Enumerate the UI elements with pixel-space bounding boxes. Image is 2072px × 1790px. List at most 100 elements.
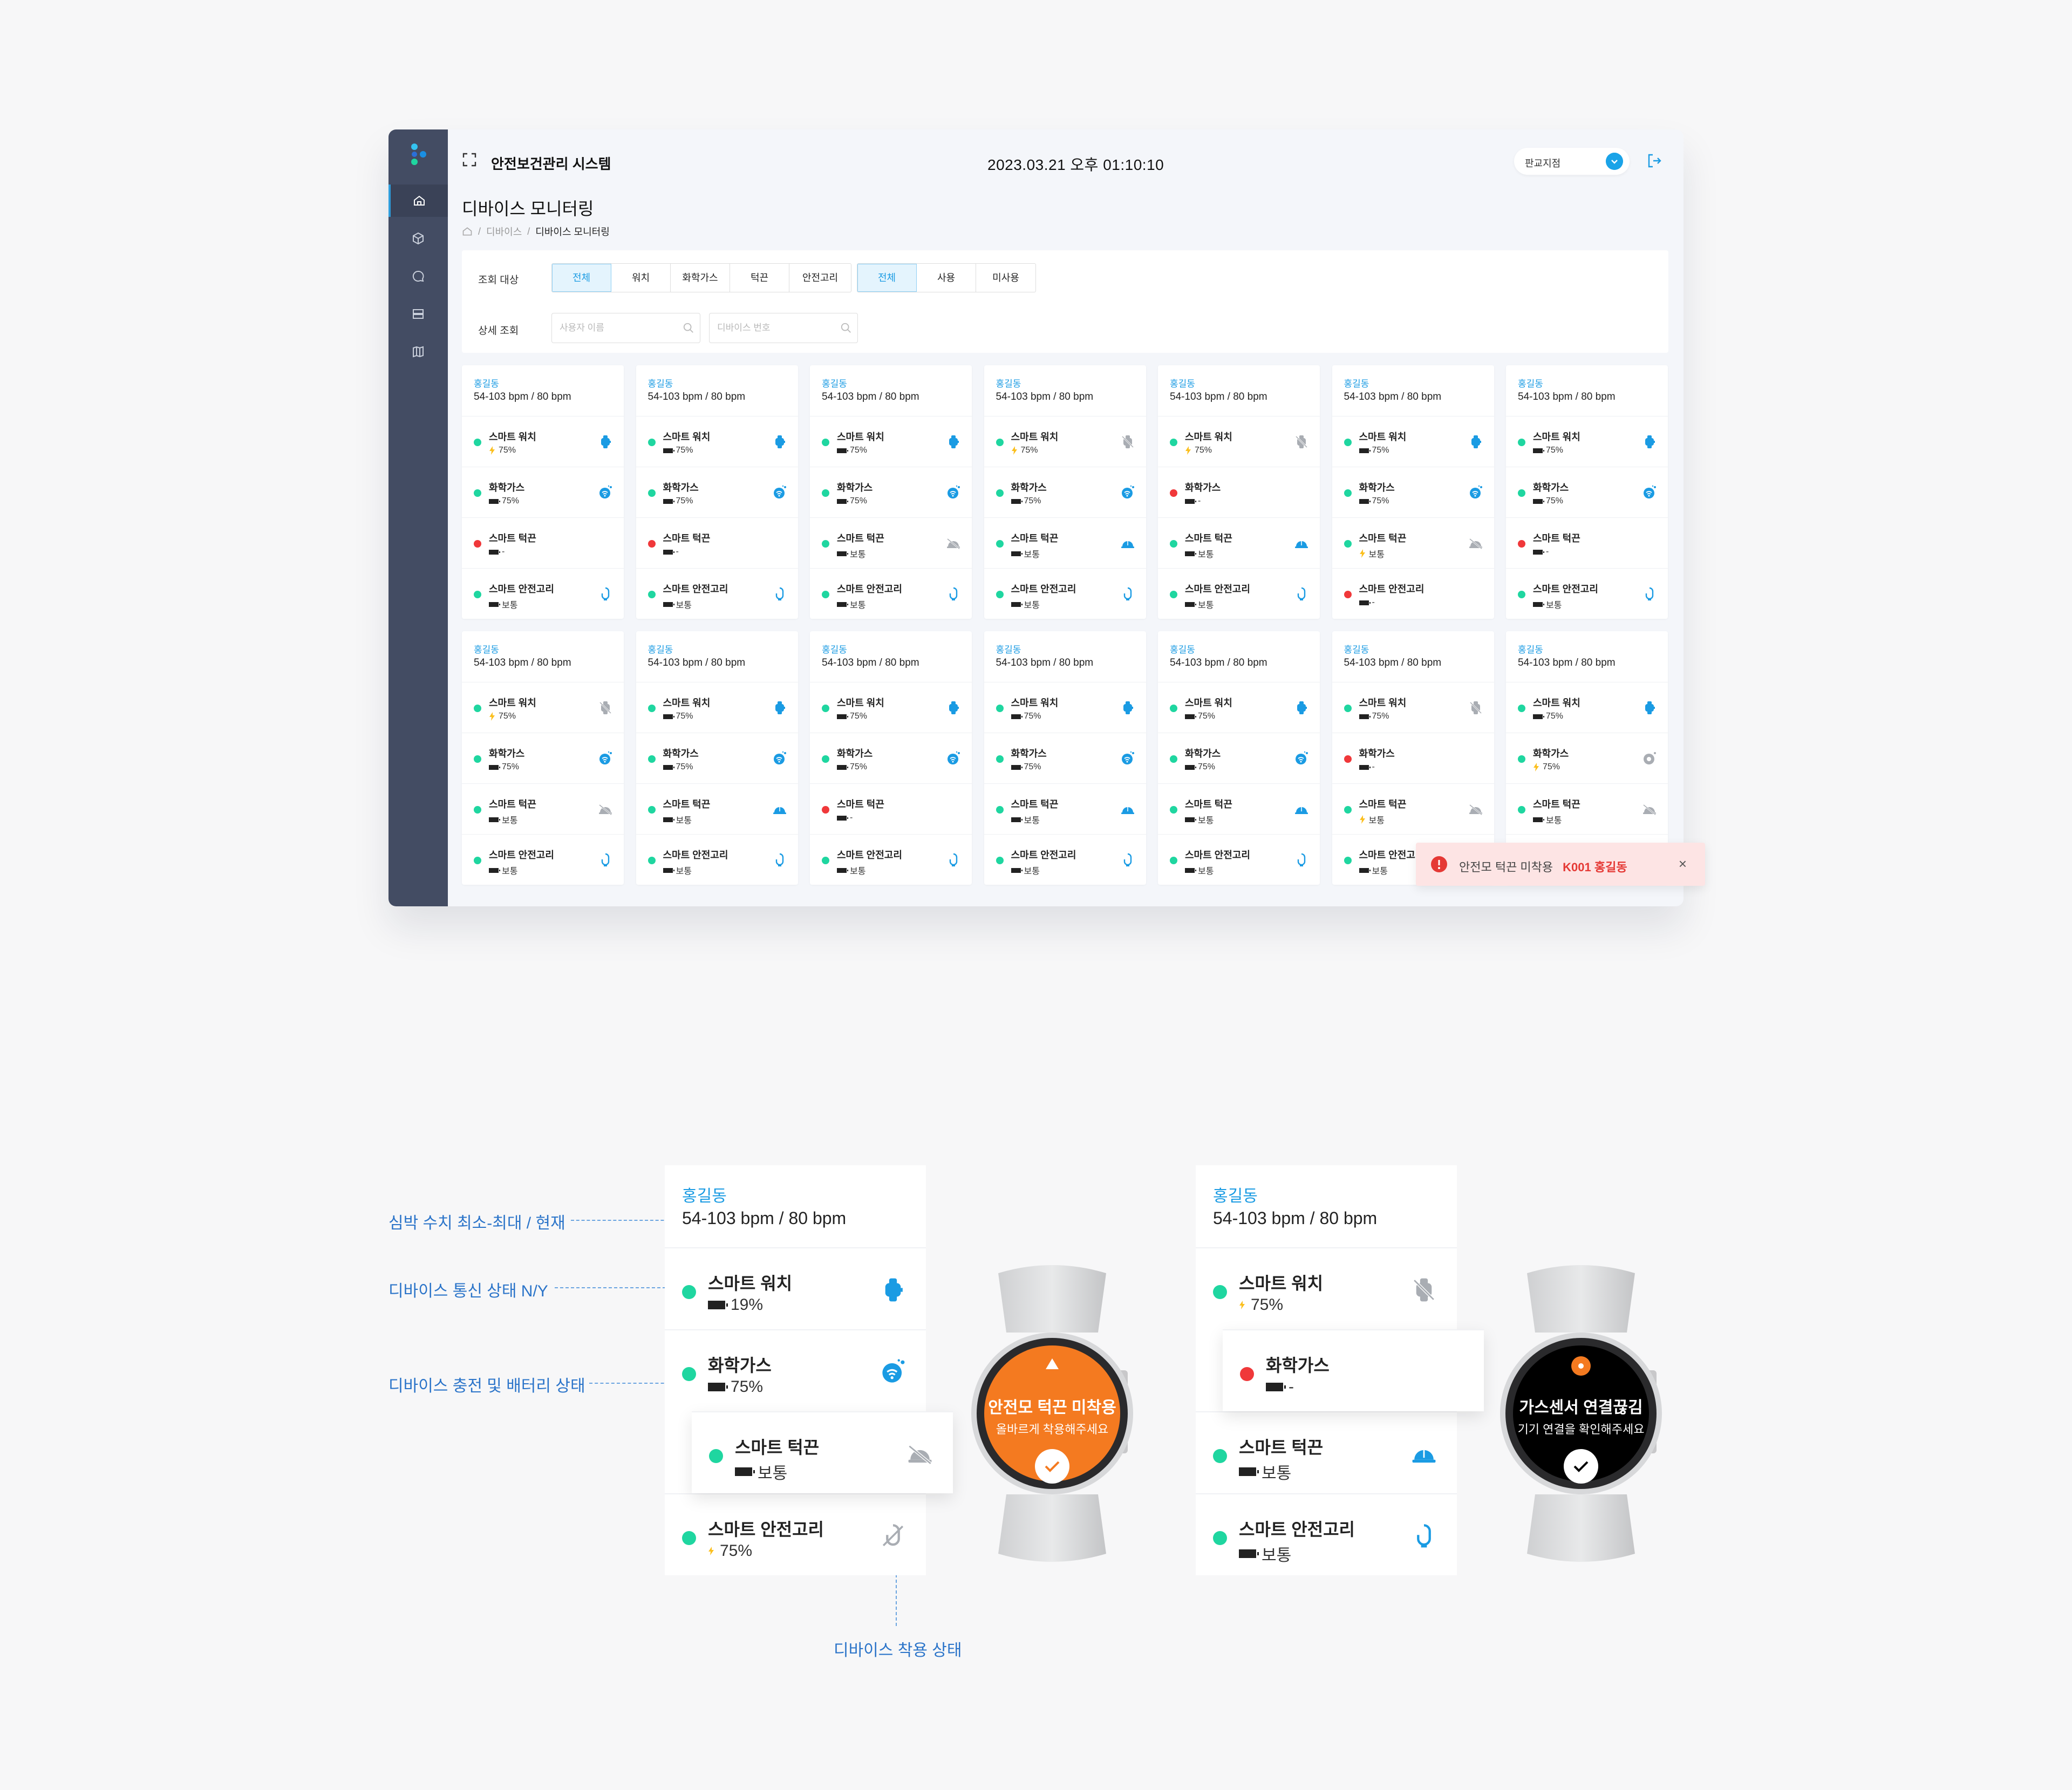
battery-icon: [1011, 602, 1023, 607]
device-row: 화학가스 75%: [984, 733, 1146, 783]
hook-icon: [772, 852, 787, 867]
connection-status-dot: [474, 806, 481, 814]
device-card[interactable]: 홍길동 54-103 bpm / 80 bpm 스마트 워치 75% 화학가스 …: [810, 631, 972, 885]
device-row: 스마트 턱끈 -: [1506, 517, 1668, 568]
tab-all-devices[interactable]: 전체: [552, 264, 611, 292]
tab-chinstrap[interactable]: 턱끈: [730, 264, 789, 292]
device-status-value: 75%: [1024, 712, 1041, 721]
cube-icon: [413, 232, 424, 245]
connection-status-dot: [1518, 755, 1525, 763]
device-status: 75%: [1359, 712, 1389, 721]
device-card[interactable]: 홍길동 54-103 bpm / 80 bpm 스마트 워치 75% 화학가스 …: [1158, 365, 1320, 619]
device-status: 보통: [1011, 864, 1040, 877]
device-card[interactable]: 홍길동 54-103 bpm / 80 bpm 스마트 워치 75% 화학가스 …: [636, 365, 798, 619]
device-status: -: [837, 813, 853, 823]
device-status-value: 75%: [676, 712, 693, 721]
nav-device[interactable]: [388, 222, 448, 255]
device-status: 75%: [1011, 446, 1038, 455]
device-card[interactable]: 홍길동 54-103 bpm / 80 bpm 스마트 워치 75% 화학가스 …: [636, 631, 798, 885]
device-status: 75%: [1533, 762, 1560, 772]
heart-rate: 54-103 bpm / 80 bpm: [996, 391, 1094, 402]
device-status-value: -: [1546, 547, 1549, 556]
device-row: 스마트 안전고리 보통: [984, 834, 1146, 885]
nav-message[interactable]: [388, 260, 448, 292]
device-name: 화학가스: [1359, 748, 1395, 759]
device-card[interactable]: 홍길동 54-103 bpm / 80 bpm 스마트 워치 75% 화학가스 …: [1506, 365, 1668, 619]
connection-status-dot: [474, 591, 481, 598]
tab-gas[interactable]: 화학가스: [671, 264, 730, 292]
device-status: 75%: [1011, 496, 1041, 506]
heart-rate: 54-103 bpm / 80 bpm: [682, 1208, 847, 1228]
nav-home[interactable]: [388, 185, 448, 217]
device-name: 화학가스: [1359, 482, 1395, 493]
device-card[interactable]: 홍길동 54-103 bpm / 80 bpm 스마트 워치 75% 화학가스 …: [462, 631, 624, 885]
device-status-value: 보통: [1262, 1465, 1292, 1482]
nav-storage[interactable]: [388, 298, 448, 330]
worker-name: 홍길동: [1518, 645, 1543, 655]
device-row: 스마트 안전고리 -: [1332, 568, 1494, 619]
device-row: 스마트 안전고리 보통: [1506, 568, 1668, 619]
tab-safety-hook[interactable]: 안전고리: [789, 264, 851, 292]
device-name: 스마트 안전고리: [708, 1520, 824, 1539]
connection-status-dot: [996, 806, 1004, 814]
home-icon[interactable]: [462, 226, 473, 237]
device-row: 화학가스 75%: [1158, 733, 1320, 783]
nav-map[interactable]: [388, 336, 448, 368]
tab-watch[interactable]: 워치: [611, 264, 671, 292]
device-name: 화학가스: [837, 482, 873, 493]
device-card[interactable]: 홍길동 54-103 bpm / 80 bpm 스마트 워치 75% 화학가스 …: [984, 631, 1146, 885]
watch-icon: [1294, 700, 1309, 715]
breadcrumb-item[interactable]: 디바이스: [486, 224, 522, 238]
heart-rate: 54-103 bpm / 80 bpm: [1344, 657, 1442, 668]
device-row: 스마트 턱끈 -: [636, 517, 798, 568]
device-status-value: 보통: [1368, 550, 1385, 559]
user-name-search[interactable]: 사용자 이름: [551, 313, 700, 343]
connection-status-dot: [1518, 540, 1525, 548]
device-row: 스마트 턱끈 보통: [636, 783, 798, 834]
worker-name: 홍길동: [996, 379, 1021, 389]
device-status-value: 보통: [502, 816, 518, 825]
device-status: 보통: [663, 598, 692, 611]
connection-status-dot: [1344, 705, 1352, 712]
hook-icon: [1642, 586, 1657, 602]
fullscreen-icon[interactable]: [462, 152, 477, 167]
worker-name: 홍길동: [996, 645, 1021, 655]
device-name: 스마트 턱끈: [837, 533, 884, 544]
device-status-value: 75%: [1198, 712, 1216, 721]
site-select[interactable]: 판교지점: [1514, 148, 1630, 175]
watch-icon: [946, 434, 961, 449]
device-status-value: 보통: [1198, 601, 1214, 610]
device-card[interactable]: 홍길동 54-103 bpm / 80 bpm 스마트 워치 75% 화학가스 …: [462, 365, 624, 619]
gas-sensor-icon: [880, 1358, 906, 1385]
device-card[interactable]: 홍길동 54-103 bpm / 80 bpm 스마트 워치 75% 화학가스 …: [810, 365, 972, 619]
battery-icon: [663, 867, 674, 873]
device-status: 75%: [663, 496, 693, 506]
connection-status-dot: [1344, 755, 1352, 763]
device-number-search[interactable]: 디바이스 번호: [709, 313, 858, 343]
device-name: 스마트 턱끈: [735, 1438, 820, 1457]
tab-not-in-use[interactable]: 미사용: [976, 264, 1035, 292]
device-row: 스마트 턱끈 -: [810, 783, 972, 834]
close-icon[interactable]: ×: [1679, 856, 1687, 872]
device-card[interactable]: 홍길동 54-103 bpm / 80 bpm 스마트 워치 75% 화학가스 …: [984, 365, 1146, 619]
device-name: 화학가스: [489, 482, 525, 493]
device-row: 스마트 워치 75%: [1506, 416, 1668, 467]
battery-icon: [837, 602, 848, 607]
device-row: 스마트 워치 75%: [1158, 416, 1320, 467]
battery-icon: [1239, 1467, 1259, 1476]
battery-icon: [663, 817, 674, 822]
battery-icon: [1533, 817, 1544, 822]
watch-icon: [880, 1276, 906, 1303]
battery-icon: [1185, 714, 1196, 719]
tab-usage-all[interactable]: 전체: [857, 264, 917, 292]
alert-toast[interactable]: 안전모 턱끈 미착용 K001 홍길동 ×: [1416, 843, 1705, 886]
device-status-value: 75%: [1020, 446, 1038, 455]
device-row: 스마트 안전고리 보통: [810, 834, 972, 885]
device-card[interactable]: 홍길동 54-103 bpm / 80 bpm 스마트 워치 75% 화학가스 …: [1332, 365, 1494, 619]
watch-alert-sub-1: 올바르게 착용해주세요: [996, 1423, 1109, 1436]
device-card[interactable]: 홍길동 54-103 bpm / 80 bpm 스마트 워치 75% 화학가스 …: [1158, 631, 1320, 885]
battery-icon: [1359, 600, 1371, 605]
device-status-value: 75%: [1195, 446, 1212, 455]
tab-in-use[interactable]: 사용: [917, 264, 976, 292]
logout-icon[interactable]: [1646, 152, 1663, 169]
